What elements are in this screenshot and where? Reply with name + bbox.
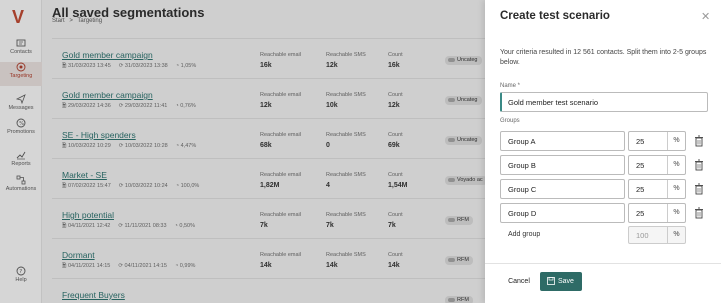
name-label: Name * xyxy=(500,83,521,89)
trash-icon[interactable] xyxy=(694,207,704,219)
percent-symbol: % xyxy=(667,156,685,174)
footer-divider xyxy=(485,263,721,264)
panel-description: Your criteria resulted in 12 561 contact… xyxy=(500,49,707,66)
trash-icon[interactable] xyxy=(694,159,704,171)
group-name-input[interactable]: Group C xyxy=(500,179,625,199)
percent-symbol: % xyxy=(667,132,685,150)
group-percent-input[interactable]: 25% xyxy=(628,155,686,175)
panel-title: Create test scenario xyxy=(500,10,610,22)
group-percent-value: 25 xyxy=(636,185,645,194)
trash-icon[interactable] xyxy=(694,135,704,147)
group-percent-input[interactable]: 25% xyxy=(628,179,686,199)
group-name-input[interactable]: Group D xyxy=(500,203,625,223)
percent-symbol: % xyxy=(667,227,685,243)
group-percent-input[interactable]: 25% xyxy=(628,131,686,151)
groups-label: Groups xyxy=(500,118,520,124)
save-icon xyxy=(547,277,555,285)
total-value: 100 xyxy=(636,231,649,240)
overlay-backdrop[interactable] xyxy=(0,0,485,303)
trash-icon[interactable] xyxy=(694,183,704,195)
close-icon[interactable]: ✕ xyxy=(701,10,710,23)
save-button[interactable]: Save xyxy=(540,272,582,291)
total-percent: 100 % xyxy=(628,226,686,244)
save-label: Save xyxy=(558,278,574,285)
create-test-scenario-panel: Create test scenario ✕ Your criteria res… xyxy=(485,0,721,303)
group-percent-value: 25 xyxy=(636,161,645,170)
group-percent-value: 25 xyxy=(636,209,645,218)
group-name-input[interactable]: Group B xyxy=(500,155,625,175)
cancel-button[interactable]: Cancel xyxy=(500,273,538,291)
scenario-name-input[interactable]: Gold member test scenario xyxy=(500,92,708,112)
group-percent-input[interactable]: 25% xyxy=(628,203,686,223)
group-name-input[interactable]: Group A xyxy=(500,131,625,151)
percent-symbol: % xyxy=(667,204,685,222)
add-group-button[interactable]: Add group xyxy=(508,231,540,238)
group-percent-value: 25 xyxy=(636,137,645,146)
percent-symbol: % xyxy=(667,180,685,198)
